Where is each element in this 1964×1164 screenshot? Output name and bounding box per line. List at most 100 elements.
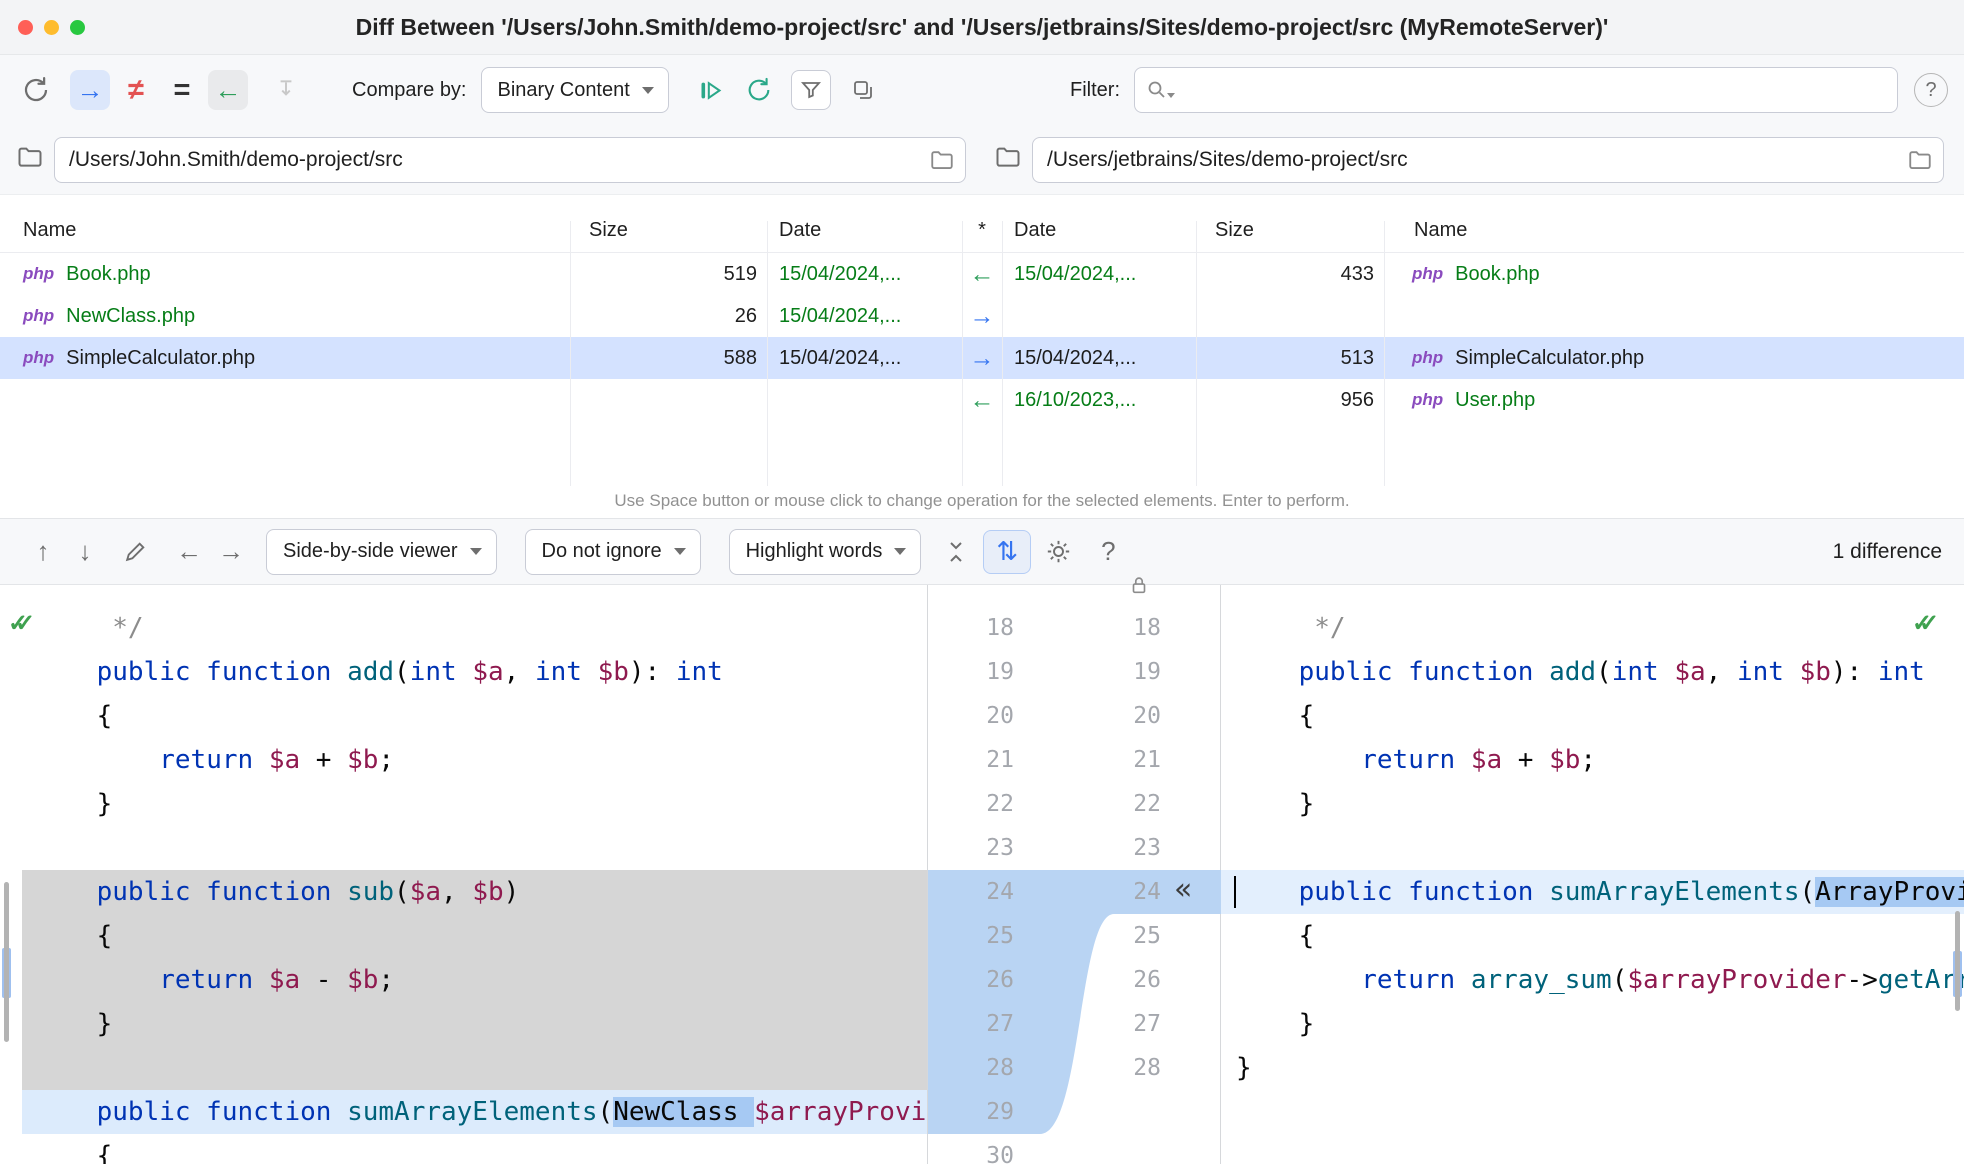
copy-to-left-button[interactable]: ←: [208, 70, 248, 110]
left-code-panel[interactable]: */ public function add(int $a, int $b): …: [0, 585, 927, 1164]
copy-right-arrow-icon[interactable]: →: [962, 295, 1002, 337]
file-name-cell: php Book.php: [0, 253, 570, 295]
line-number-left: 29: [986, 1099, 1014, 1125]
arrow-right-icon: →: [76, 74, 104, 105]
table-row[interactable]: php NewClass.php 26 15/04/2024,... →: [0, 295, 1964, 337]
php-file-icon: php: [1412, 264, 1444, 283]
collapse-unchanged-button[interactable]: [935, 531, 977, 573]
table-row[interactable]: php SimpleCalculator.php 588 15/04/2024,...…: [0, 337, 1964, 379]
diff-help-button[interactable]: ?: [1087, 531, 1129, 573]
file-size-cell: [1196, 295, 1384, 337]
code-line: */: [1236, 613, 1346, 643]
column-header-size-left[interactable]: Size: [570, 208, 767, 252]
file-size-cell: 433: [1340, 263, 1374, 285]
window-title: Diff Between '/Users/John.Smith/demo-pro…: [355, 14, 1609, 40]
file-date-cell: 15/04/2024,...: [779, 263, 902, 285]
copy-right-arrow-icon[interactable]: →: [962, 337, 1002, 379]
table-row[interactable]: php Book.php 519 15/04/2024,... ← 15/04/2024,…: [0, 253, 1964, 295]
edit-button[interactable]: [114, 531, 156, 573]
line-number-left: 26: [986, 967, 1014, 993]
line-number-right: 19: [1133, 659, 1161, 685]
sync-all-button[interactable]: [739, 70, 779, 110]
prev-difference-button[interactable]: ↑: [22, 531, 64, 573]
refresh-icon: [24, 77, 48, 102]
highlight-mode-dropdown[interactable]: Highlight words: [728, 528, 922, 575]
gutter-row: 22 22: [928, 782, 1220, 826]
next-difference-button[interactable]: ↓: [64, 531, 106, 573]
chevron-down-icon: [894, 548, 907, 555]
left-path-field[interactable]: [54, 136, 966, 183]
diff-gutter-rows: 18 18 19 19 20 20 21 21 22 22 23 23 24 24 «25 25 26 26 27 2…: [928, 585, 1220, 1164]
right-path-field[interactable]: [1032, 136, 1944, 183]
gutter-row: 19 19: [928, 650, 1220, 694]
left-scrollbar[interactable]: [0, 585, 14, 1164]
chevron-down-icon: [641, 86, 654, 94]
not-equal-button[interactable]: ≠: [116, 70, 156, 110]
line-number-left: 22: [986, 791, 1014, 817]
php-file-icon: php: [23, 348, 55, 367]
code-line: return $a + $b;: [159, 745, 395, 775]
column-header-operation[interactable]: *: [962, 208, 1002, 252]
column-header-size-right[interactable]: Size: [1196, 208, 1384, 252]
browse-folder-icon[interactable]: [1907, 147, 1933, 178]
navigate-right-button[interactable]: →: [210, 531, 252, 573]
scroll-lock-icon[interactable]: [1128, 574, 1150, 601]
gear-icon: [1047, 540, 1070, 563]
scrollbar-thumb[interactable]: [4, 882, 9, 1042]
right-code-panel[interactable]: */ public function add(int $a, int $b): …: [1221, 585, 1964, 1164]
column-header-name-right[interactable]: Name: [1384, 208, 1964, 252]
right-scrollbar[interactable]: [1950, 585, 1964, 1164]
navigate-left-button[interactable]: ←: [168, 531, 210, 573]
column-header-date-right[interactable]: Date: [1002, 208, 1196, 252]
compare-by-dropdown[interactable]: Binary Content: [480, 67, 669, 113]
difference-count-label: 1 difference: [1832, 539, 1942, 563]
copy-left-arrow-icon[interactable]: ←: [962, 253, 1002, 295]
sync-scroll-icon: ⇅: [996, 536, 1019, 566]
apply-left-marker[interactable]: «: [1174, 868, 1192, 912]
table-header: Name Size Date * Date Size Name: [0, 208, 1964, 253]
viewer-mode-dropdown[interactable]: Side-by-side viewer: [266, 528, 497, 575]
equal-icon: =: [173, 73, 191, 106]
sync-selected-button[interactable]: [691, 70, 731, 110]
help-button[interactable]: ?: [1914, 73, 1948, 107]
left-path-input[interactable]: [55, 137, 965, 182]
file-table: Name Size Date * Date Size Name php Book.…: [0, 208, 1964, 486]
line-number-left: 24: [986, 879, 1014, 905]
filter-search-box[interactable]: [1134, 67, 1898, 113]
new-window-button[interactable]: [843, 70, 883, 110]
file-name-cell: [0, 379, 570, 421]
jump-to-source-icon: [280, 80, 292, 96]
file-date-cell: 15/04/2024,...: [1014, 347, 1137, 369]
table-row[interactable]: ← 16/10/2023,... 956 php User.php: [0, 379, 1964, 421]
jump-to-source-button[interactable]: [266, 70, 306, 110]
filter-group: Filter: ?: [1070, 67, 1948, 113]
line-number-left: 21: [986, 747, 1014, 773]
column-header-date-left[interactable]: Date: [767, 208, 962, 252]
settings-button[interactable]: [1037, 531, 1079, 573]
copy-to-right-button[interactable]: →: [70, 70, 110, 110]
gutter-row: 29: [928, 1090, 1220, 1134]
line-number-right: 26: [1133, 967, 1161, 993]
line-number-left: 18: [986, 615, 1014, 641]
browse-folder-icon[interactable]: [929, 147, 955, 178]
pause-play-icon: [701, 80, 722, 100]
right-path-input[interactable]: [1033, 137, 1943, 182]
refresh-button[interactable]: [16, 70, 56, 110]
filter-search-input[interactable]: [1181, 68, 1897, 112]
copy-left-arrow-icon[interactable]: ←: [962, 379, 1002, 421]
equal-button[interactable]: =: [162, 70, 202, 110]
search-history-chevron-icon[interactable]: [1167, 92, 1175, 98]
ignore-policy-dropdown[interactable]: Do not ignore: [524, 528, 701, 575]
line-number-left: 27: [986, 1011, 1014, 1037]
line-number-left: 30: [986, 1143, 1014, 1164]
code-line: {: [0, 914, 927, 958]
file-name-cell: [1384, 295, 1964, 337]
code-line: return $a - $b;: [0, 958, 927, 1002]
column-header-name-left[interactable]: Name: [0, 208, 570, 252]
sync-scroll-toggle[interactable]: ⇅: [983, 529, 1032, 574]
filter-toggle-button[interactable]: [790, 70, 831, 110]
scrollbar-thumb[interactable]: [1955, 911, 1960, 1011]
code-line: {: [1236, 921, 1315, 951]
